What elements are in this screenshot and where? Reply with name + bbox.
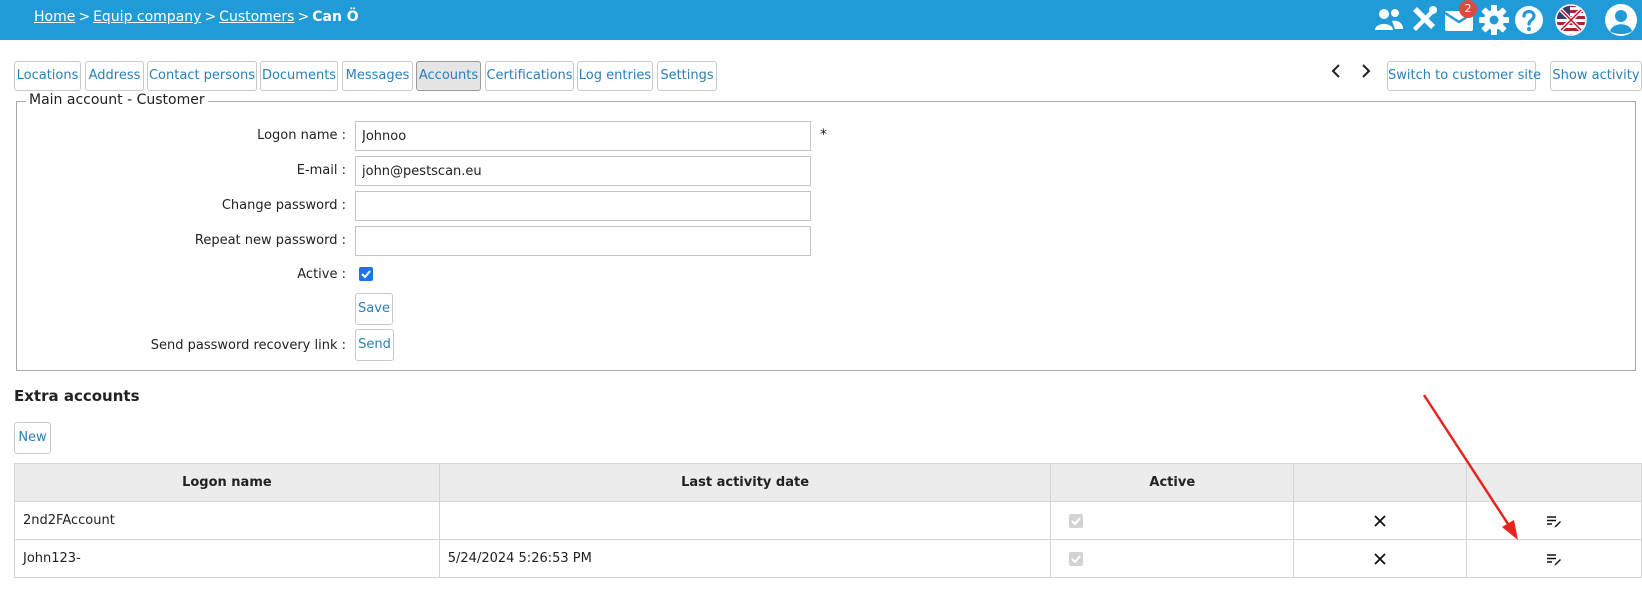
- column-header-active[interactable]: Active: [1050, 463, 1295, 502]
- send-recovery-button[interactable]: Send: [355, 329, 394, 361]
- help-icon[interactable]: [1512, 3, 1546, 37]
- tab-settings[interactable]: Settings: [657, 61, 717, 91]
- main-account-legend: Main account - Customer: [26, 92, 208, 108]
- new-account-button[interactable]: New: [14, 422, 51, 454]
- breadcrumb-home[interactable]: Home: [34, 9, 75, 25]
- table-row: John123- 5/24/2024 5:26:53 PM: [14, 539, 1642, 578]
- column-header-last-activity[interactable]: Last activity date: [438, 463, 1052, 502]
- repeat-password-label: Repeat new password :: [194, 233, 346, 248]
- breadcrumb-equip-company[interactable]: Equip company: [93, 9, 201, 25]
- change-password-label: Change password :: [221, 198, 346, 213]
- active-checkbox-disabled: [1069, 513, 1084, 528]
- breadcrumb: Home > Equip company > Customers > Can Ö: [34, 9, 359, 25]
- chevron-right-icon[interactable]: [1358, 61, 1374, 81]
- cell-delete: [1293, 501, 1468, 540]
- cell-logon-name: John123-: [14, 539, 440, 578]
- active-checkbox[interactable]: [359, 267, 373, 281]
- gear-icon[interactable]: [1477, 3, 1511, 37]
- tab-contact-persons[interactable]: Contact persons: [147, 61, 257, 91]
- switch-to-customer-site-button[interactable]: Switch to customer site: [1387, 61, 1541, 91]
- extra-accounts-title: Extra accounts: [14, 387, 140, 405]
- flag-icon[interactable]: [1554, 3, 1588, 37]
- column-header-edit: [1466, 463, 1642, 502]
- cell-last-activity: [438, 501, 1052, 540]
- breadcrumb-separator: >: [204, 9, 217, 25]
- tab-documents[interactable]: Documents: [260, 61, 338, 91]
- tab-accounts[interactable]: Accounts: [416, 61, 481, 91]
- tools-icon[interactable]: [1407, 3, 1441, 37]
- edit-icon[interactable]: [1546, 552, 1562, 566]
- password-recovery-label: Send password recovery link :: [150, 338, 346, 353]
- delete-icon[interactable]: [1373, 514, 1387, 528]
- cell-logon-name: 2nd2FAccount: [14, 501, 440, 540]
- email-label: E-mail :: [296, 163, 346, 178]
- users-icon[interactable]: [1372, 3, 1406, 37]
- table-header-row: Logon name Last activity date Active: [14, 463, 1642, 502]
- cell-active: [1050, 501, 1295, 540]
- table-row: 2nd2FAccount: [14, 501, 1642, 540]
- tab-messages[interactable]: Messages: [342, 61, 413, 91]
- user-avatar-icon[interactable]: [1604, 3, 1638, 37]
- required-marker: *: [820, 127, 827, 143]
- logon-name-input[interactable]: [355, 121, 811, 151]
- save-button[interactable]: Save: [355, 293, 393, 325]
- mail-badge: 2: [1459, 0, 1477, 18]
- active-checkbox-disabled: [1069, 551, 1084, 566]
- extra-accounts-table: Logon name Last activity date Active 2nd…: [14, 463, 1642, 578]
- column-header-delete: [1293, 463, 1468, 502]
- tab-log-entries[interactable]: Log entries: [577, 61, 653, 91]
- cell-edit: [1466, 539, 1642, 578]
- tab-certifications[interactable]: Certifications: [485, 61, 574, 91]
- active-label: Active :: [297, 267, 346, 282]
- breadcrumb-customers[interactable]: Customers: [219, 9, 294, 25]
- tab-address[interactable]: Address: [85, 61, 144, 91]
- cell-active: [1050, 539, 1295, 578]
- logon-name-label: Logon name :: [257, 128, 346, 143]
- breadcrumb-current: Can Ö: [312, 9, 359, 25]
- delete-icon[interactable]: [1373, 552, 1387, 566]
- cell-edit: [1466, 501, 1642, 540]
- edit-icon[interactable]: [1546, 514, 1562, 528]
- breadcrumb-separator: >: [78, 9, 91, 25]
- repeat-password-input[interactable]: [355, 226, 811, 256]
- email-input[interactable]: [355, 156, 811, 186]
- tab-locations[interactable]: Locations: [14, 61, 81, 91]
- show-activity-button[interactable]: Show activity: [1550, 61, 1642, 91]
- chevron-left-icon[interactable]: [1328, 61, 1344, 81]
- breadcrumb-separator: >: [297, 9, 310, 25]
- cell-last-activity: 5/24/2024 5:26:53 PM: [438, 539, 1052, 578]
- change-password-input[interactable]: [355, 191, 811, 221]
- cell-delete: [1293, 539, 1468, 578]
- column-header-logon-name[interactable]: Logon name: [14, 463, 440, 502]
